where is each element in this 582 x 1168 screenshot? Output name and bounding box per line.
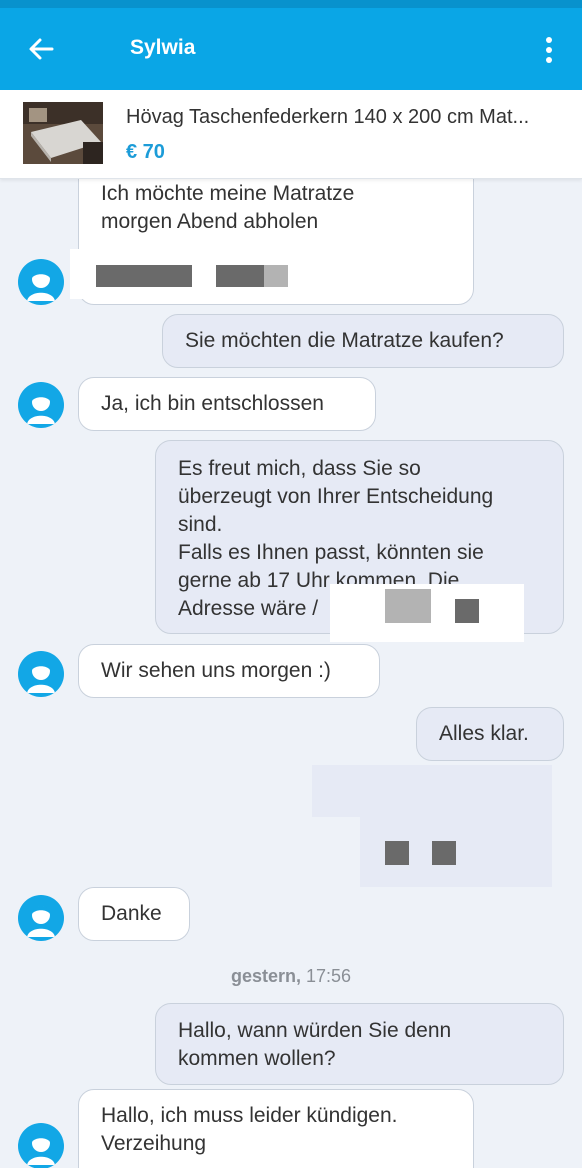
product-price: € 70 <box>126 141 165 163</box>
chat-area[interactable]: Ich möchte meine Matratze morgen Abend a… <box>0 179 582 1168</box>
message-outgoing: Sie möchten die Matratze kaufen? <box>162 314 564 368</box>
user-avatar-icon[interactable] <box>18 895 64 941</box>
message-text: Danke <box>101 902 162 925</box>
redacted-block <box>455 599 479 623</box>
redacted-block <box>96 265 192 287</box>
redacted-block <box>385 589 431 623</box>
date-time: 17:56 <box>306 966 352 986</box>
arrow-left-icon[interactable] <box>26 34 56 64</box>
redacted-block <box>216 265 264 287</box>
product-card[interactable]: Hövag Taschenfederkern 140 x 200 cm Mat.… <box>0 90 582 179</box>
message-text: Sie möchten die Matratze kaufen? <box>185 329 504 352</box>
message-outgoing: Hallo, wann würden Sie denn kommen wolle… <box>155 1003 564 1085</box>
redacted-block <box>385 841 409 865</box>
date-separator: gestern, 17:56 <box>0 966 582 987</box>
product-title: Hövag Taschenfederkern 140 x 200 cm Mat.… <box>126 106 530 128</box>
message-text: Ja, ich bin entschlossen <box>101 392 324 415</box>
message-incoming: Danke <box>78 887 190 941</box>
message-text: Wir sehen uns morgen :) <box>101 659 331 682</box>
message-text: Hallo, wann würden Sie denn kommen wolle… <box>178 1019 452 1070</box>
message-incoming: Hallo, ich muss leider kündigen. Verzeih… <box>78 1089 474 1168</box>
status-bar <box>0 0 582 8</box>
message-incoming: Ja, ich bin entschlossen <box>78 377 376 431</box>
message-text: Hallo, ich muss leider kündigen. Verzeih… <box>101 1104 398 1155</box>
message-text: Alles klar. <box>439 722 529 745</box>
chat-title: Sylwia <box>130 36 196 59</box>
product-thumbnail <box>23 102 103 164</box>
user-avatar-icon[interactable] <box>18 1123 64 1168</box>
app-header: Sylwia <box>0 0 582 90</box>
user-avatar-icon[interactable] <box>18 651 64 697</box>
redacted-area <box>312 765 552 817</box>
more-vertical-icon[interactable] <box>538 34 560 66</box>
message-incoming: Wir sehen uns morgen :) <box>78 644 380 698</box>
date-day: gestern, <box>230 966 301 986</box>
redacted-block <box>432 841 456 865</box>
user-avatar-icon[interactable] <box>18 382 64 428</box>
message-text: Ich möchte meine Matratze morgen Abend a… <box>101 182 355 233</box>
redacted-block <box>264 265 288 287</box>
message-outgoing: Alles klar. <box>416 707 564 761</box>
user-avatar-icon[interactable] <box>18 259 64 305</box>
